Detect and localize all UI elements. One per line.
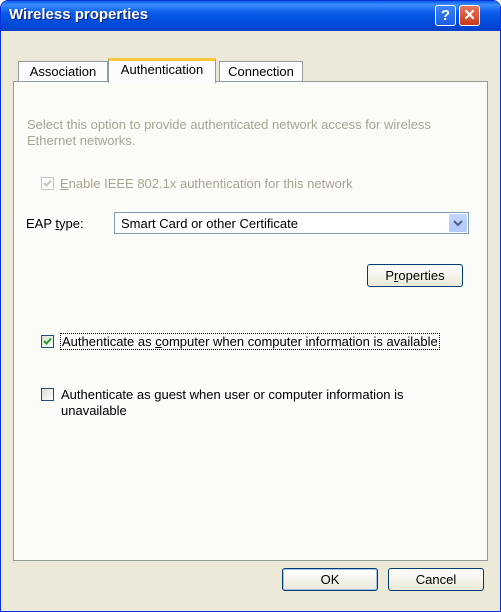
tab-association[interactable]: Association (18, 61, 108, 83)
auth-guest-checkbox[interactable] (41, 388, 54, 401)
cancel-button[interactable]: Cancel (388, 568, 484, 591)
chevron-down-icon[interactable] (449, 214, 467, 232)
auth-computer-checkbox[interactable] (41, 335, 54, 348)
help-button[interactable]: ? (435, 5, 456, 26)
title-bar[interactable]: Wireless properties ? ✕ (1, 1, 500, 31)
ok-button[interactable]: OK (282, 568, 378, 591)
description-text: Select this option to provide authentica… (27, 117, 431, 148)
eap-type-value: Smart Card or other Certificate (121, 216, 299, 231)
enable-8021x-checkbox[interactable] (41, 177, 54, 190)
tab-panel (13, 81, 488, 561)
tab-connection[interactable]: Connection (219, 61, 303, 83)
dialog-window: Wireless properties ? ✕ Association Auth… (0, 0, 501, 612)
eap-type-select[interactable]: Smart Card or other Certificate (114, 212, 469, 234)
tab-authentication[interactable]: Authentication (108, 58, 216, 83)
enable-8021x-label: Enable IEEE 802.1x authentication for th… (60, 176, 353, 191)
auth-computer-label: Authenticate as computer when computer i… (60, 333, 440, 350)
close-button[interactable]: ✕ (459, 5, 480, 26)
window-title: Wireless properties (9, 6, 149, 23)
help-icon: ? (440, 7, 451, 24)
close-icon: ✕ (463, 7, 476, 24)
checkmark-icon (43, 337, 52, 345)
eap-type-label: EAP type: (26, 216, 84, 231)
properties-button[interactable]: Properties (367, 264, 463, 287)
auth-guest-label: Authenticate as guest when user or compu… (61, 387, 404, 418)
checkmark-icon (43, 179, 52, 187)
